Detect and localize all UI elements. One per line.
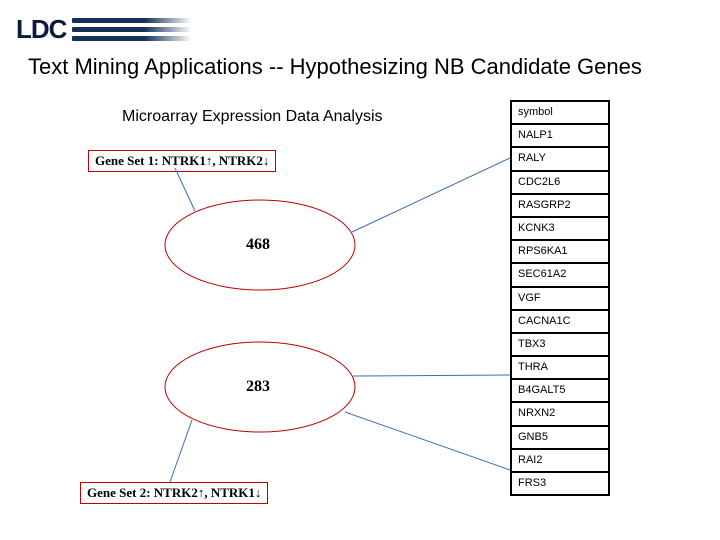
symbol-table-row: THRA bbox=[512, 357, 608, 380]
symbol-table-row: CACNA1C bbox=[512, 311, 608, 334]
symbol-table-row: B4GALT5 bbox=[512, 380, 608, 403]
symbol-table-row: NALP1 bbox=[512, 125, 608, 148]
symbol-table-row: VGF bbox=[512, 288, 608, 311]
ldc-logo-text: LDC bbox=[16, 14, 66, 45]
gene-set-1-box: Gene Set 1: NTRK1↑, NTRK2↓ bbox=[88, 150, 276, 172]
symbol-table-row: TBX3 bbox=[512, 334, 608, 357]
symbol-table-row: CDC2L6 bbox=[512, 172, 608, 195]
ldc-logo: LDC bbox=[16, 10, 206, 48]
symbol-table-row: RASGRP2 bbox=[512, 195, 608, 218]
symbol-table-row: FRS3 bbox=[512, 473, 608, 496]
ldc-logo-line bbox=[72, 27, 192, 32]
gene-set-2-prefix: Gene Set 2: NTRK2 bbox=[87, 485, 198, 500]
ldc-logo-lines bbox=[72, 18, 192, 41]
slide: LDC Text Mining Applications -- Hypothes… bbox=[0, 0, 720, 540]
symbol-table-row: KCNK3 bbox=[512, 218, 608, 241]
down-arrow-icon: ↓ bbox=[255, 485, 262, 500]
ldc-logo-line bbox=[72, 18, 192, 23]
gene-set-1-prefix: Gene Set 1: NTRK1 bbox=[95, 153, 206, 168]
gene-set-2-mid: , NTRK1 bbox=[204, 485, 255, 500]
gene-set-2-box: Gene Set 2: NTRK2↑, NTRK1↓ bbox=[80, 482, 268, 504]
page-title: Text Mining Applications -- Hypothesizin… bbox=[28, 54, 642, 80]
page-subtitle: Microarray Expression Data Analysis bbox=[122, 108, 383, 126]
ellipse-2-count: 283 bbox=[246, 378, 270, 396]
symbol-table-header: symbol bbox=[512, 102, 608, 125]
symbol-table-row: NRXN2 bbox=[512, 403, 608, 426]
symbol-table-row: GNB5 bbox=[512, 427, 608, 450]
down-arrow-icon: ↓ bbox=[263, 153, 270, 168]
gene-set-1-mid: , NTRK2 bbox=[212, 153, 263, 168]
ellipse-1-count: 468 bbox=[246, 236, 270, 254]
diagram-svg bbox=[0, 0, 720, 540]
symbol-table: symbol NALP1 RALY CDC2L6 RASGRP2 KCNK3 R… bbox=[510, 100, 610, 496]
symbol-table-row: RPS6KA1 bbox=[512, 241, 608, 264]
symbol-table-row: SEC61A2 bbox=[512, 264, 608, 287]
ldc-logo-line bbox=[72, 36, 192, 41]
symbol-table-row: RAI2 bbox=[512, 450, 608, 473]
symbol-table-row: RALY bbox=[512, 148, 608, 171]
